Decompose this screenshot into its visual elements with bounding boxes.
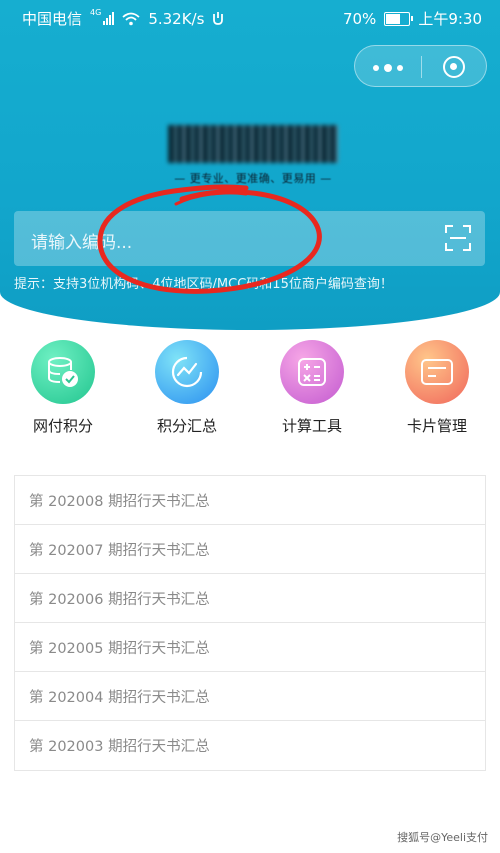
quick-action-points-summary[interactable]: 积分汇总 bbox=[137, 340, 237, 436]
report-list-item[interactable]: 第 202006 期招行天书汇总 bbox=[15, 574, 485, 623]
quick-action-label: 卡片管理 bbox=[406, 417, 467, 435]
search-placeholder: 请输入编码... bbox=[31, 233, 133, 253]
signal-icon bbox=[103, 12, 115, 25]
capsule-divider bbox=[421, 56, 422, 78]
quick-action-calculator[interactable]: 计算工具 bbox=[262, 340, 362, 436]
wifi-icon bbox=[122, 12, 140, 25]
app-slogan: — 更专业、更准确、更易用 — bbox=[174, 172, 332, 185]
network-speed: 5.32K/s bbox=[148, 9, 205, 28]
report-list-item[interactable]: 第 202008 期招行天书汇总 bbox=[15, 476, 485, 525]
database-check-icon bbox=[31, 340, 95, 404]
quick-action-label: 网付积分 bbox=[32, 417, 93, 435]
report-list-item[interactable]: 第 202007 期招行天书汇总 bbox=[15, 525, 485, 574]
status-bar: 中国电信 4G 5.32K/s 70% 上午9:30 bbox=[0, 0, 500, 34]
network-badge: 4G bbox=[90, 8, 102, 17]
trend-chart-icon bbox=[155, 340, 219, 404]
quick-action-card-manage[interactable]: 卡片管理 bbox=[387, 340, 487, 436]
battery-percent: 70% bbox=[342, 9, 377, 28]
quick-action-label: 计算工具 bbox=[281, 417, 342, 435]
close-miniprogram-icon[interactable] bbox=[443, 56, 465, 78]
report-list-item[interactable]: 第 202005 期招行天书汇总 bbox=[15, 623, 485, 672]
quick-action-net-points[interactable]: 网付积分 bbox=[13, 340, 113, 436]
app-logo bbox=[168, 125, 338, 163]
quick-action-label: 积分汇总 bbox=[156, 417, 217, 435]
scan-icon[interactable] bbox=[445, 225, 471, 251]
clock: 上午9:30 bbox=[418, 10, 482, 28]
miniprogram-capsule bbox=[354, 45, 487, 87]
quick-actions: 网付积分 积分汇总 计算工具 卡片管理 bbox=[0, 340, 500, 440]
report-list-item[interactable]: 第 202003 期招行天书汇总 bbox=[15, 721, 485, 770]
report-list: 第 202008 期招行天书汇总 第 202007 期招行天书汇总 第 2020… bbox=[14, 475, 486, 771]
report-list-item[interactable]: 第 202004 期招行天书汇总 bbox=[15, 672, 485, 721]
battery-icon bbox=[384, 11, 414, 26]
usb-debug-icon bbox=[213, 11, 224, 25]
more-menu-icon[interactable] bbox=[373, 64, 403, 72]
carrier-label: 中国电信 bbox=[22, 10, 83, 28]
calculator-icon bbox=[280, 340, 344, 404]
search-hint: 提示：支持3位机构码、4位地区码/MCC码和15位商户编码查询！ bbox=[14, 277, 393, 292]
watermark-text: 搜狐号@Yeeli支付 bbox=[397, 831, 488, 844]
card-icon bbox=[405, 340, 469, 404]
code-search-input[interactable]: 请输入编码... bbox=[14, 211, 485, 266]
